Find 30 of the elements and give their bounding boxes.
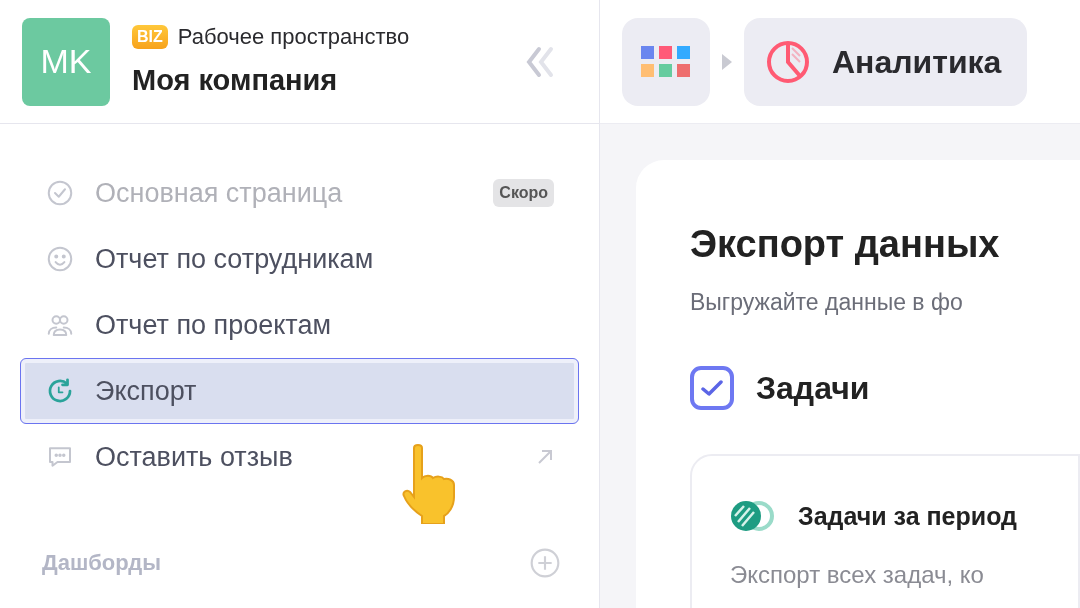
- nav-label: Экспорт: [95, 374, 198, 408]
- check-icon: [701, 379, 723, 396]
- circles-icon: [730, 500, 774, 533]
- nav-label: Отчет по проектам: [95, 308, 332, 342]
- soon-badge: Скоро: [493, 179, 554, 207]
- nav-label: Отчет по сотрудникам: [95, 242, 375, 276]
- chevron-icon: [722, 53, 732, 70]
- workspace-label: Рабочее пространство: [177, 23, 410, 52]
- check-circle-icon: [45, 178, 75, 208]
- apps-button[interactable]: [622, 17, 710, 106]
- section-heading: Дашборды: [42, 549, 161, 577]
- app-grid-icon: [641, 45, 691, 78]
- nav-item[interactable]: Отчет по проектам: [20, 292, 579, 358]
- page-subtitle: Выгружайте данные в фо: [690, 288, 964, 317]
- plan-badge: BIZ: [132, 24, 168, 49]
- smiley-icon: [45, 244, 75, 274]
- nav-label: Основная страница: [95, 176, 344, 210]
- workspace-avatar: MK: [22, 17, 110, 106]
- option-title: Задачи за период: [798, 500, 1017, 532]
- nav-item[interactable]: Экспорт: [20, 358, 579, 424]
- breadcrumb-item[interactable]: Аналитика: [744, 17, 1028, 106]
- section-label: Задачи: [756, 368, 870, 408]
- section-checkbox[interactable]: [690, 365, 734, 410]
- page-title: Экспорт данных: [690, 222, 1001, 267]
- workspace-name: Моя компания: [132, 63, 339, 99]
- nav-item[interactable]: Отчет по сотрудникам: [20, 226, 579, 292]
- option-description: Экспорт всех задач, ко: [730, 560, 985, 590]
- pie-chart-icon: [766, 39, 810, 84]
- nav-label: Оставить отзыв: [95, 440, 294, 474]
- nav-item[interactable]: Оставить отзыв: [20, 424, 579, 490]
